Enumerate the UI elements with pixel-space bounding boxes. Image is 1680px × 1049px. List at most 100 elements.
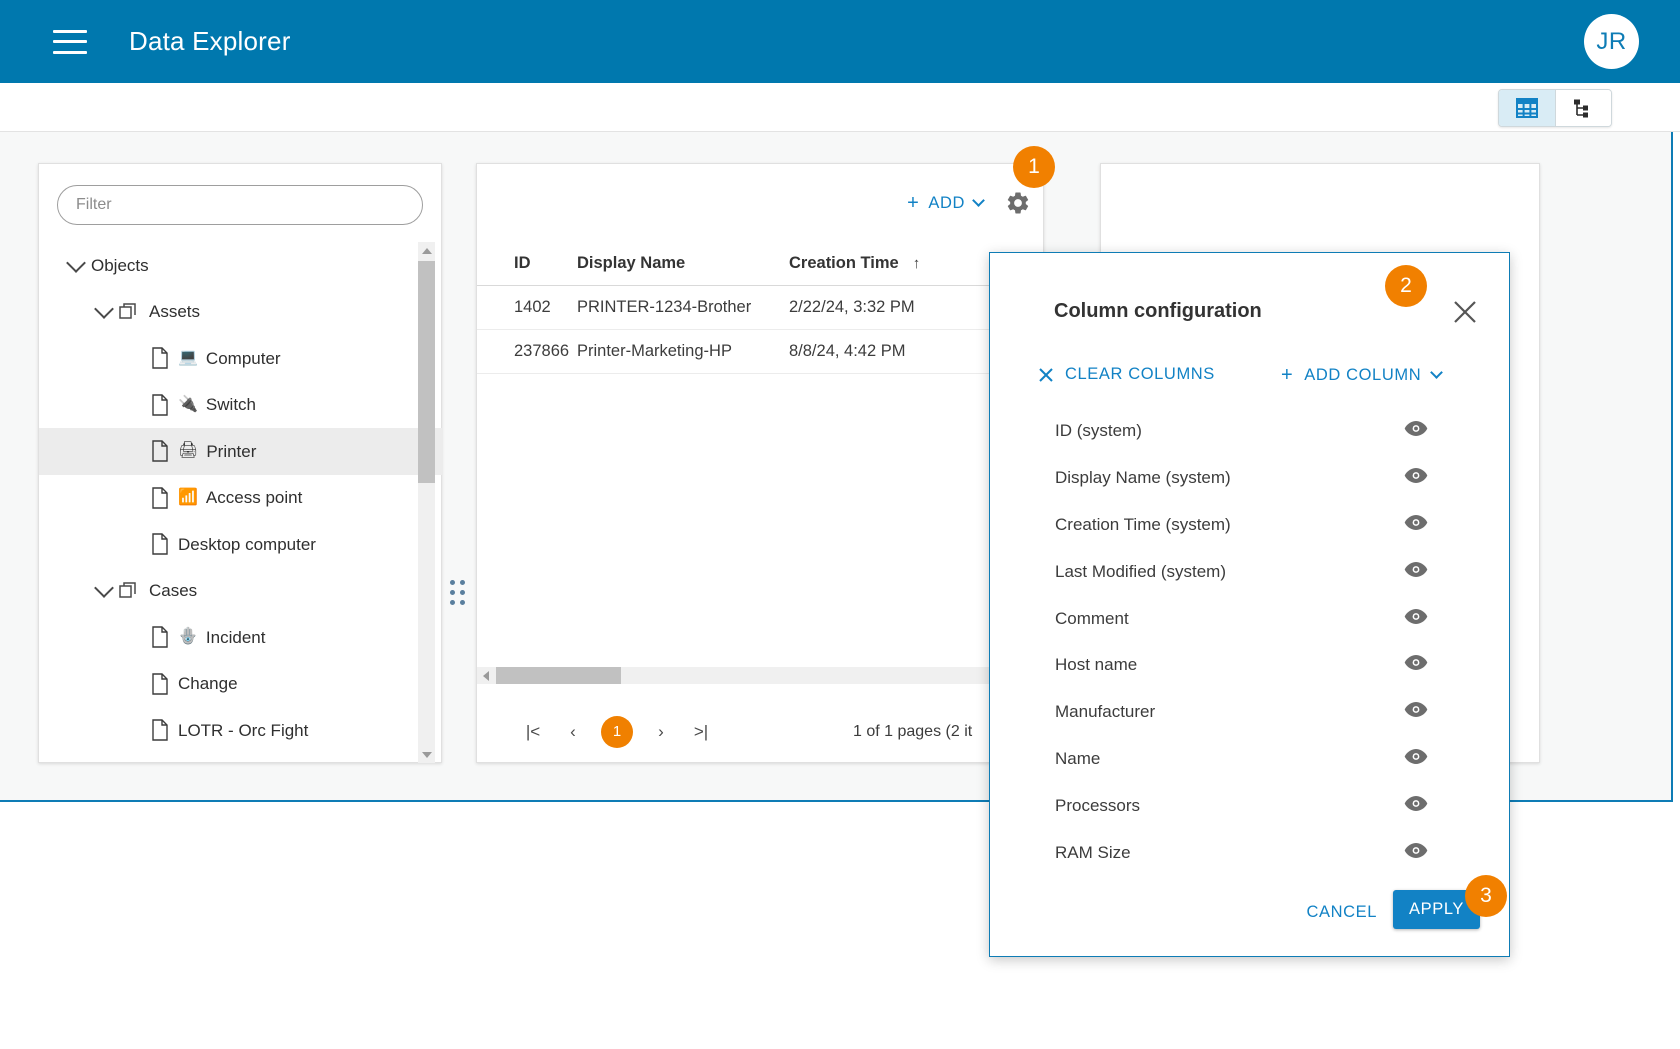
- table-horizontal-scrollbar[interactable]: [477, 667, 1045, 684]
- column-label: Last Modified (system): [1055, 561, 1226, 581]
- column-list: ID (system) Display Name (system) Creati…: [990, 408, 1511, 876]
- scroll-left-arrow-icon[interactable]: [477, 667, 494, 684]
- column-list-item[interactable]: Name: [990, 736, 1511, 783]
- visibility-toggle-button[interactable]: [1404, 748, 1428, 770]
- visibility-toggle-button[interactable]: [1404, 514, 1428, 536]
- grid-view-button[interactable]: [1499, 90, 1555, 126]
- table-header-row: ID Display Name Creation Time ↑: [477, 242, 1045, 286]
- eye-icon: [1404, 795, 1428, 811]
- column-list-item[interactable]: Manufacturer: [990, 689, 1511, 736]
- filter-input[interactable]: [57, 185, 423, 225]
- tree-item-objects[interactable]: Objects: [39, 242, 443, 289]
- eye-icon: [1404, 468, 1428, 484]
- tree-item-label: Change: [178, 674, 238, 694]
- tree-item-access-point[interactable]: 📶 Access point: [39, 475, 443, 522]
- column-configuration-dialog: Column configuration CLEAR COLUMNS + ADD…: [989, 252, 1510, 957]
- app-header: Data Explorer JR: [0, 0, 1680, 83]
- tree-item-printer[interactable]: 🖨 Printer: [39, 428, 443, 475]
- step-badge-2: 2: [1385, 265, 1427, 307]
- chevron-down-icon[interactable]: [972, 194, 985, 207]
- visibility-toggle-button[interactable]: [1404, 608, 1428, 630]
- visibility-toggle-button[interactable]: [1404, 467, 1428, 489]
- document-icon: [152, 347, 168, 369]
- column-header-creation-time[interactable]: Creation Time ↑: [789, 254, 1019, 273]
- computer-icon: 💻: [178, 349, 198, 367]
- tree-item-assets[interactable]: Assets: [39, 289, 443, 336]
- column-list-item[interactable]: Last Modified (system): [990, 548, 1511, 595]
- cell-display-name: Printer-Marketing-HP: [577, 342, 732, 360]
- pagination-info: 1 of 1 pages (2 it: [853, 722, 973, 740]
- cell-creation-time: 8/8/24, 4:42 PM: [789, 342, 906, 360]
- scrollbar-thumb[interactable]: [496, 667, 621, 684]
- current-page-button[interactable]: 1: [601, 715, 633, 748]
- visibility-toggle-button[interactable]: [1404, 420, 1428, 442]
- chevron-down-icon[interactable]: [94, 299, 114, 320]
- column-list-item[interactable]: Host name: [990, 642, 1511, 689]
- tree-item-computer[interactable]: 💻 Computer: [39, 335, 443, 382]
- column-list-item[interactable]: Display Name (system): [990, 455, 1511, 502]
- cancel-button[interactable]: CANCEL: [1300, 895, 1383, 930]
- tree-item-label: Switch: [205, 395, 256, 415]
- column-list-item[interactable]: Processors: [990, 782, 1511, 829]
- tree-item-incident[interactable]: 🪬 Incident: [39, 614, 443, 661]
- table-row[interactable]: 237866 Printer-Marketing-HP 8/8/24, 4:42…: [477, 330, 1045, 374]
- tree-item-switch[interactable]: 🔌 Switch: [39, 382, 443, 429]
- column-header-display-name[interactable]: Display Name: [577, 254, 789, 273]
- gear-icon: [1007, 192, 1029, 214]
- clear-columns-button[interactable]: CLEAR COLUMNS: [1036, 361, 1217, 388]
- tree-item-label: Computer: [205, 348, 281, 368]
- column-label: Processors: [1055, 795, 1141, 815]
- next-page-button[interactable]: ›: [641, 712, 681, 752]
- close-button[interactable]: [1448, 295, 1482, 329]
- tree-view-button[interactable]: [1555, 90, 1611, 126]
- hamburger-icon[interactable]: [53, 29, 87, 54]
- add-column-button[interactable]: + ADD COLUMN: [1279, 361, 1444, 389]
- stack-icon: [119, 303, 136, 319]
- scroll-down-arrow-icon[interactable]: [418, 746, 435, 763]
- tree-item-desktop-computer[interactable]: Desktop computer: [39, 521, 443, 568]
- column-list-item[interactable]: RAM Size: [990, 829, 1511, 876]
- hamburger-bar: [53, 50, 87, 54]
- tree-item-label: Access point: [205, 488, 303, 508]
- tree-item-lotr-orc-fight[interactable]: LOTR - Orc Fight: [39, 707, 443, 754]
- add-button[interactable]: + ADD: [903, 187, 987, 219]
- plug-icon: 🔌: [178, 395, 198, 413]
- hamburger-bar: [53, 40, 87, 43]
- tree-item-label: Incident: [205, 627, 266, 647]
- visibility-toggle-button[interactable]: [1404, 795, 1428, 817]
- first-page-button[interactable]: |<: [513, 712, 553, 752]
- table-row[interactable]: 1402 PRINTER-1234-Brother 2/22/24, 3:32 …: [477, 286, 1045, 330]
- chevron-down-icon[interactable]: [1430, 366, 1444, 379]
- document-icon: [152, 487, 168, 509]
- scroll-up-arrow-icon[interactable]: [418, 242, 435, 259]
- previous-page-button[interactable]: ‹: [553, 712, 593, 752]
- plus-icon: +: [1281, 364, 1294, 386]
- visibility-toggle-button[interactable]: [1404, 701, 1428, 723]
- chevron-down-icon[interactable]: [94, 578, 114, 599]
- last-page-button[interactable]: >|: [681, 712, 721, 752]
- tree-vertical-scrollbar[interactable]: [418, 242, 435, 763]
- pagination-bar: |< ‹ 1 › >| 1 of 1 pages (2 it: [477, 701, 1045, 762]
- tree-item-cases[interactable]: Cases: [39, 568, 443, 615]
- column-list-item[interactable]: Comment: [990, 595, 1511, 642]
- column-settings-button[interactable]: [1001, 186, 1035, 220]
- column-header-id[interactable]: ID: [477, 254, 577, 273]
- visibility-toggle-button[interactable]: [1404, 561, 1428, 583]
- visibility-toggle-button[interactable]: [1404, 654, 1428, 676]
- tree-item-label: Desktop computer: [178, 534, 316, 554]
- avatar[interactable]: JR: [1584, 14, 1639, 69]
- scrollbar-thumb[interactable]: [418, 261, 435, 483]
- column-list-item[interactable]: Creation Time (system): [990, 502, 1511, 549]
- cell-display-name: PRINTER-1234-Brother: [577, 298, 752, 316]
- eye-icon: [1404, 514, 1428, 530]
- visibility-toggle-button[interactable]: [1404, 842, 1428, 864]
- document-icon: [152, 394, 168, 416]
- sort-ascending-icon: ↑: [912, 255, 921, 272]
- panel-resize-handle[interactable]: [450, 580, 466, 606]
- cell-id: 237866: [514, 342, 570, 360]
- table-toolbar: + ADD: [903, 186, 1035, 220]
- document-icon: [152, 719, 168, 741]
- chevron-down-icon[interactable]: [66, 252, 86, 273]
- tree-item-change[interactable]: Change: [39, 661, 443, 708]
- column-list-item[interactable]: ID (system): [990, 408, 1511, 455]
